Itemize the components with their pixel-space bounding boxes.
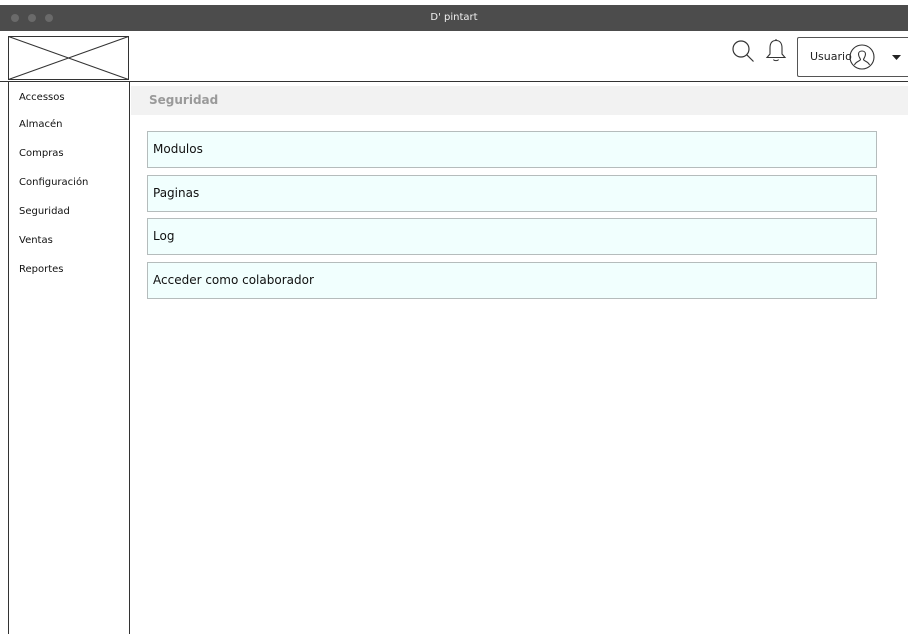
- app-window: D' pintart Usuario Accessos Almacén Comp…: [0, 0, 908, 634]
- option-label: Acceder como colaborador: [153, 273, 314, 287]
- sidebar-item-seguridad[interactable]: Seguridad: [19, 206, 70, 217]
- sidebar-item-almacen[interactable]: Almacén: [19, 119, 62, 130]
- option-log[interactable]: Log: [147, 218, 877, 255]
- option-paginas[interactable]: Paginas: [147, 175, 877, 212]
- caret-down-icon[interactable]: [892, 55, 901, 61]
- option-label: Modulos: [153, 142, 203, 156]
- title-bar: D' pintart: [0, 5, 908, 31]
- window-title: D' pintart: [430, 12, 478, 23]
- sidebar-item-compras[interactable]: Compras: [19, 148, 64, 159]
- option-label: Paginas: [153, 186, 200, 200]
- sidebar-item-reportes[interactable]: Reportes: [19, 264, 64, 275]
- sidebar-item-accessos[interactable]: Accessos: [19, 92, 65, 103]
- app-header: Usuario: [0, 31, 908, 82]
- option-modulos[interactable]: Modulos: [147, 131, 877, 168]
- sidebar-item-configuracion[interactable]: Configuración: [19, 177, 88, 188]
- logo-placeholder-icon: [8, 36, 129, 80]
- sidebar-item-ventas[interactable]: Ventas: [19, 235, 53, 246]
- user-label: Usuario: [810, 50, 852, 63]
- search-icon[interactable]: [731, 39, 755, 63]
- page-title: Seguridad: [149, 93, 219, 107]
- sidebar-nav: Accessos Almacén Compras Configuración S…: [8, 82, 130, 634]
- option-label: Log: [153, 229, 175, 243]
- option-acceder-como-colaborador[interactable]: Acceder como colaborador: [147, 262, 877, 299]
- user-menu-button[interactable]: Usuario: [797, 37, 908, 77]
- section-header: Seguridad: [131, 86, 908, 115]
- user-avatar-icon: [849, 44, 875, 70]
- bell-icon[interactable]: [764, 37, 788, 63]
